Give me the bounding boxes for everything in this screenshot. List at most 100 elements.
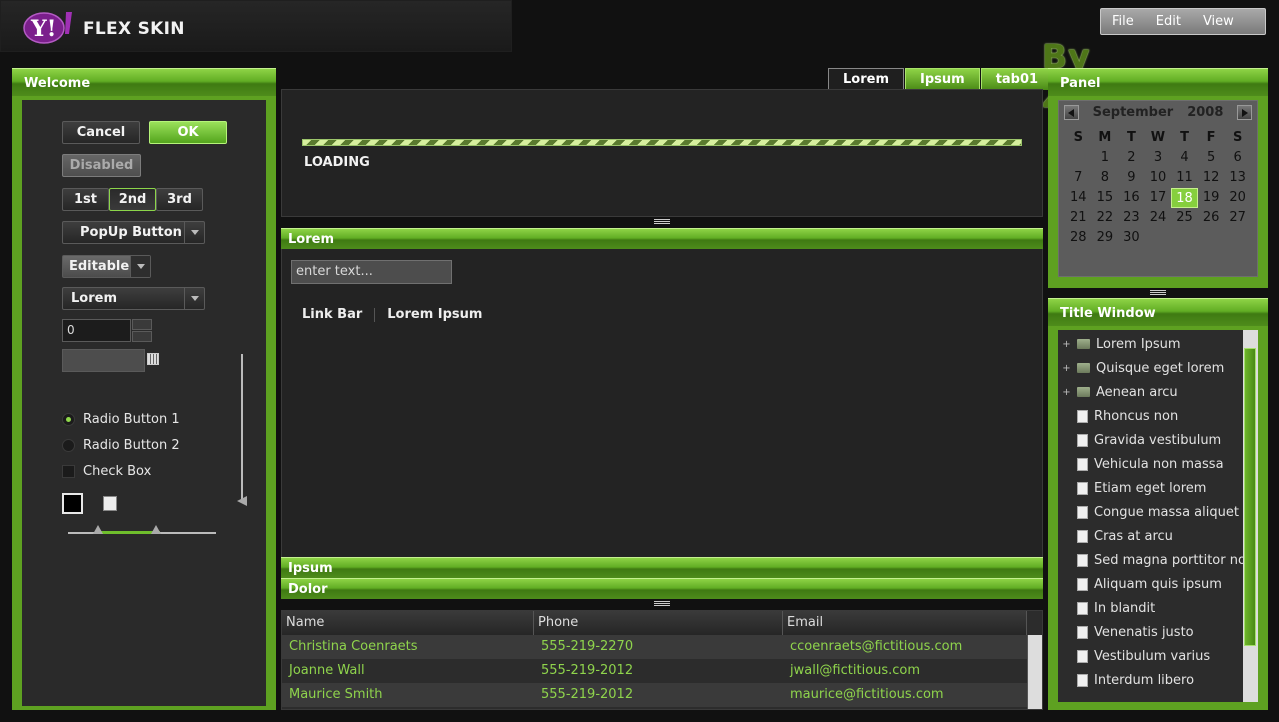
stepper-down-button[interactable] [132, 331, 152, 342]
calendar-day[interactable]: 13 [1224, 168, 1251, 188]
color-picker[interactable] [62, 493, 83, 514]
tree-leaf-node[interactable]: Venenatis justo [1058, 620, 1194, 644]
tree-folder-node[interactable]: + Lorem Ipsum [1058, 332, 1180, 356]
expand-icon[interactable]: + [1062, 387, 1071, 397]
text-input[interactable]: enter text... [291, 260, 452, 284]
table-row[interactable]: Maurice Smith 555-219-2012 maurice@ficti… [282, 683, 1027, 707]
grid-scrollbar[interactable] [1027, 635, 1042, 709]
radio-button-2[interactable] [62, 439, 75, 452]
toggle-3rd[interactable]: 3rd [156, 188, 203, 211]
next-month-button[interactable] [1237, 105, 1252, 120]
tree-leaf-node[interactable]: Congue massa aliquet s [1058, 500, 1250, 524]
column-header-phone[interactable]: Phone [534, 611, 783, 635]
check-box[interactable] [62, 465, 75, 478]
combobox-arrow[interactable] [184, 288, 204, 309]
editable-combobox[interactable]: Editable [62, 255, 151, 278]
column-header-email[interactable]: Email [783, 611, 1027, 635]
tab-lorem[interactable]: Lorem [828, 68, 904, 90]
tab-ipsum[interactable]: Ipsum [905, 68, 980, 90]
table-row[interactable]: Christina Coenraets 555-219-2270 ccoenra… [282, 635, 1027, 659]
column-header-name[interactable]: Name [282, 611, 534, 635]
tree-leaf-node[interactable]: Rhoncus non [1058, 404, 1178, 428]
calendar-day[interactable]: 23 [1118, 208, 1145, 228]
table-row[interactable]: Joanne Wall 555-219-2012 jwall@fictitiou… [282, 659, 1027, 683]
stepper-up-button[interactable] [132, 319, 152, 330]
calendar-day[interactable]: 27 [1224, 208, 1251, 228]
calendar-day[interactable]: 15 [1092, 188, 1119, 208]
calendar-day[interactable]: 14 [1065, 188, 1092, 208]
calendar-day[interactable]: 21 [1065, 208, 1092, 228]
calendar-day[interactable]: 12 [1198, 168, 1225, 188]
cancel-button[interactable]: Cancel [62, 121, 140, 144]
accordion-header-ipsum[interactable]: Ipsum [281, 557, 1043, 578]
tab-tab01[interactable]: tab01 [980, 68, 1054, 90]
tree-scrollbar-thumb[interactable] [1244, 348, 1256, 646]
accordion-header-dolor[interactable]: Dolor [281, 578, 1043, 599]
vertical-slider-thumb[interactable] [237, 496, 247, 506]
calendar-day[interactable]: 1 [1092, 148, 1119, 168]
menu-edit[interactable]: Edit [1145, 9, 1192, 34]
tree-leaf-node[interactable]: Interdum libero [1058, 668, 1194, 692]
calendar-day[interactable]: 16 [1118, 188, 1145, 208]
calendar-icon[interactable] [147, 353, 159, 365]
calendar-day[interactable]: 29 [1092, 228, 1119, 248]
ok-button[interactable]: OK [149, 121, 227, 144]
data-grid: Name Phone Email Christina Coenraets 555… [281, 610, 1043, 710]
calendar-day[interactable]: 6 [1224, 148, 1251, 168]
tree-leaf-node[interactable]: Etiam eget lorem [1058, 476, 1206, 500]
tree-leaf-node[interactable]: Aliquam quis ipsum [1058, 572, 1222, 596]
vertical-slider-track[interactable] [241, 354, 243, 502]
calendar-day[interactable]: 3 [1145, 148, 1172, 168]
lorem-ipsum-link[interactable]: Lorem Ipsum [387, 307, 482, 322]
calendar-day[interactable]: 25 [1171, 208, 1198, 228]
tree-folder-node[interactable]: + Quisque eget lorem [1058, 356, 1224, 380]
link-bar-item[interactable]: Link Bar [302, 307, 362, 322]
menu-view[interactable]: View [1192, 9, 1245, 34]
popup-button[interactable]: PopUp Button [62, 221, 205, 244]
popup-arrow[interactable] [184, 222, 204, 243]
divider-grip-icon[interactable] [654, 601, 670, 606]
expand-icon[interactable]: + [1062, 363, 1071, 373]
calendar-day[interactable]: 7 [1065, 168, 1092, 188]
calendar-day[interactable]: 19 [1198, 188, 1225, 208]
slider-thumb-left[interactable] [93, 525, 103, 534]
calendar-empty-cell [1065, 148, 1092, 168]
calendar-day[interactable]: 5 [1198, 148, 1225, 168]
divider-grip-icon[interactable] [654, 219, 670, 224]
chevron-down-icon [191, 230, 199, 235]
tree-leaf-node[interactable]: In blandit [1058, 596, 1155, 620]
tree-leaf-node[interactable]: Vehicula non massa [1058, 452, 1224, 476]
toggle-1st[interactable]: 1st [62, 188, 109, 211]
tree-scrollbar[interactable] [1243, 330, 1258, 702]
calendar-day[interactable]: 30 [1118, 228, 1145, 248]
calendar-day[interactable]: 9 [1118, 168, 1145, 188]
accordion-header-lorem[interactable]: Lorem [281, 228, 1043, 249]
tree-folder-node[interactable]: + Aenean arcu [1058, 380, 1177, 404]
calendar-day[interactable]: 18 [1171, 188, 1198, 208]
calendar-day[interactable]: 20 [1224, 188, 1251, 208]
combobox[interactable]: Lorem [62, 287, 205, 310]
tree-leaf-node[interactable]: Cras at arcu [1058, 524, 1173, 548]
menu-file[interactable]: File [1101, 9, 1145, 34]
calendar-day[interactable]: 17 [1145, 188, 1172, 208]
expand-icon[interactable]: + [1062, 339, 1071, 349]
editable-combobox-arrow[interactable] [130, 256, 150, 277]
calendar-day[interactable]: 22 [1092, 208, 1119, 228]
calendar-day[interactable]: 4 [1171, 148, 1198, 168]
toggle-2nd[interactable]: 2nd [109, 188, 156, 211]
calendar-day[interactable]: 26 [1198, 208, 1225, 228]
slider-thumb-right[interactable] [151, 525, 161, 534]
date-field[interactable] [62, 349, 145, 372]
calendar-day[interactable]: 24 [1145, 208, 1172, 228]
tree-leaf-node[interactable]: Vestibulum varius [1058, 644, 1210, 668]
calendar-day[interactable]: 10 [1145, 168, 1172, 188]
calendar-day[interactable]: 11 [1171, 168, 1198, 188]
divider-grip-icon[interactable] [1150, 290, 1166, 295]
calendar-day[interactable]: 8 [1092, 168, 1119, 188]
tree-leaf-node[interactable]: Gravida vestibulum [1058, 428, 1221, 452]
calendar-day[interactable]: 2 [1118, 148, 1145, 168]
calendar-day[interactable]: 28 [1065, 228, 1092, 248]
tree-leaf-node[interactable]: Sed magna porttitor no [1058, 548, 1246, 572]
radio-button-1[interactable] [62, 413, 75, 426]
numeric-stepper-input[interactable]: 0 [62, 319, 131, 342]
